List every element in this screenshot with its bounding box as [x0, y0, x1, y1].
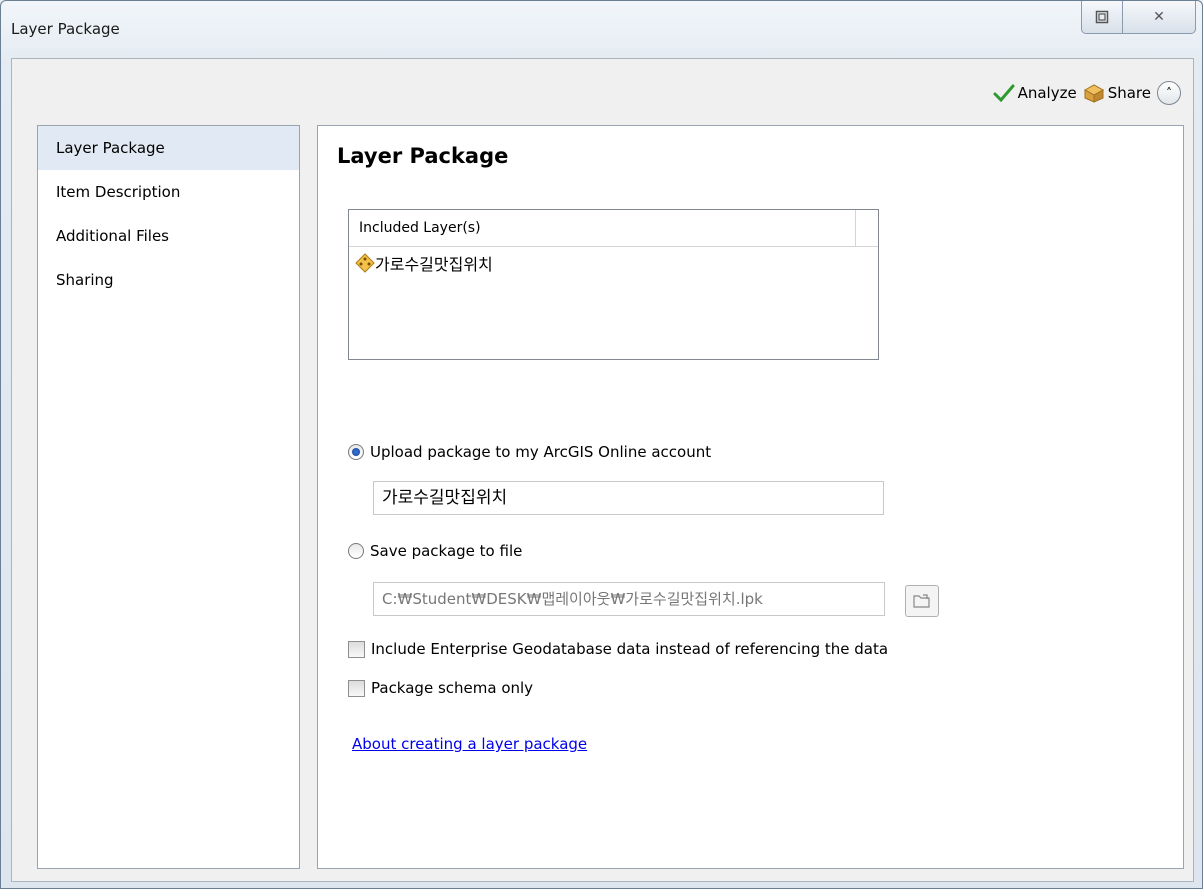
- layer-name: 가로수길맛집위치: [375, 255, 493, 274]
- dialog-client-area: Analyze Share ˄ Layer Package Item Descr…: [11, 58, 1194, 882]
- included-layers-header[interactable]: Included Layer(s): [349, 210, 856, 246]
- page-title: Layer Package: [337, 144, 509, 168]
- layer-package-window: Layer Package ✕ Analyze Share ˄ Layer Pa…: [0, 0, 1203, 889]
- sidebar-item-layer-package[interactable]: Layer Package: [38, 126, 299, 170]
- sidebar-item-label: Item Description: [56, 183, 181, 201]
- package-name-input[interactable]: 가로수길맛집위치: [373, 481, 884, 515]
- share-button[interactable]: Share: [1083, 83, 1151, 103]
- share-label: Share: [1107, 84, 1151, 102]
- upload-radio[interactable]: [348, 444, 364, 460]
- header-filler: [856, 210, 878, 246]
- analyze-label: Analyze: [1017, 84, 1077, 102]
- schema-only-label: Package schema only: [371, 679, 534, 697]
- restore-icon: [1095, 10, 1109, 24]
- included-layers-list[interactable]: Included Layer(s) 가로수길맛집위치: [348, 209, 879, 360]
- sidebar-item-label: Additional Files: [56, 227, 169, 245]
- include-enterprise-label: Include Enterprise Geodatabase data inst…: [371, 640, 889, 658]
- main-pane: Layer Package Included Layer(s) 가로수길맛집위치: [317, 125, 1184, 869]
- list-item[interactable]: 가로수길맛집위치: [349, 247, 878, 279]
- sidebar-item-label: Layer Package: [56, 139, 165, 157]
- upload-option[interactable]: Upload package to my ArcGIS Online accou…: [348, 443, 711, 461]
- analyze-button[interactable]: Analyze: [993, 84, 1077, 102]
- caption-buttons: ✕: [1081, 1, 1196, 34]
- close-button[interactable]: ✕: [1123, 1, 1196, 34]
- save-radio[interactable]: [348, 543, 364, 559]
- window-title: Layer Package: [11, 20, 120, 38]
- package-icon: [1083, 84, 1104, 103]
- sidebar-item-sharing[interactable]: Sharing: [38, 258, 299, 302]
- folder-open-icon: [913, 594, 930, 608]
- list-header: Included Layer(s): [349, 210, 878, 247]
- save-option[interactable]: Save package to file: [348, 542, 522, 560]
- close-icon: ✕: [1153, 9, 1165, 25]
- sidebar-item-additional-files[interactable]: Additional Files: [38, 214, 299, 258]
- sidebar-item-label: Sharing: [56, 271, 114, 289]
- chevron-up-icon: ˄: [1166, 86, 1172, 100]
- toolbar: Analyze Share ˄: [993, 81, 1181, 105]
- save-option-label: Save package to file: [370, 542, 523, 560]
- sidebar-nav: Layer Package Item Description Additiona…: [37, 125, 300, 869]
- help-link[interactable]: About creating a layer package: [352, 735, 587, 753]
- browse-button[interactable]: [905, 585, 939, 617]
- title-bar[interactable]: Layer Package ✕: [1, 1, 1202, 57]
- schema-only-option[interactable]: Package schema only: [348, 679, 533, 697]
- upload-option-label: Upload package to my ArcGIS Online accou…: [370, 443, 712, 461]
- include-enterprise-option[interactable]: Include Enterprise Geodatabase data inst…: [348, 640, 888, 658]
- checkmark-icon: [993, 84, 1015, 102]
- schema-only-checkbox[interactable]: [348, 679, 365, 697]
- point-layer-icon: [355, 253, 375, 273]
- sidebar-item-item-description[interactable]: Item Description: [38, 170, 299, 214]
- restore-button[interactable]: [1081, 1, 1123, 34]
- collapse-button[interactable]: ˄: [1157, 81, 1181, 105]
- save-path-input[interactable]: C:₩Student₩DESK₩맵레이아웃₩가로수길맛집위치.lpk: [373, 582, 885, 616]
- include-enterprise-checkbox[interactable]: [348, 640, 365, 658]
